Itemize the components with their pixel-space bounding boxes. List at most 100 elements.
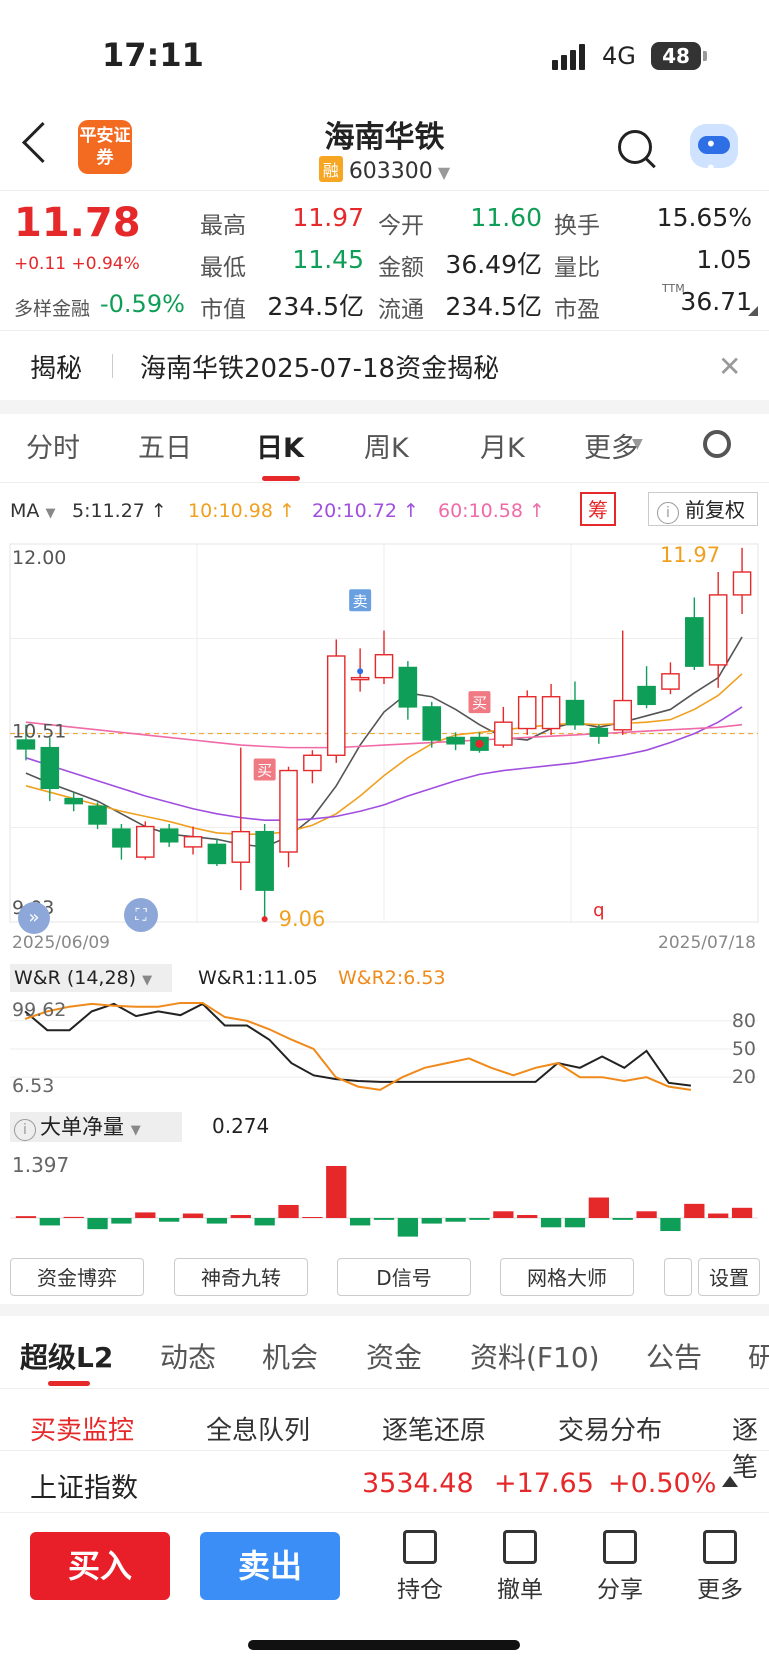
tab-opportunity[interactable]: 机会: [262, 1336, 318, 1376]
robot-assistant-icon[interactable]: [690, 124, 738, 180]
divider: [0, 330, 769, 331]
subtab-trade-monitor[interactable]: 买卖监控: [30, 1410, 134, 1447]
signal-icon: [552, 44, 592, 70]
close-icon[interactable]: ✕: [718, 350, 741, 383]
wr-indicator-selector[interactable]: W&R (14,28) ▼: [10, 964, 172, 992]
tab-f10[interactable]: 资料(F10): [470, 1336, 600, 1376]
quote-value: 234.5亿: [445, 292, 542, 321]
quote-value: 234.5亿: [267, 292, 364, 321]
subtab-tick[interactable]: 逐笔: [732, 1410, 769, 1484]
quote-value: 11.45: [292, 245, 364, 274]
net-volume-bar: [469, 1218, 490, 1220]
fullscreen-icon[interactable]: ⛶: [124, 898, 158, 932]
divider: [0, 1450, 769, 1451]
candle: [255, 830, 274, 891]
tab-weekly-k[interactable]: 周K: [364, 426, 409, 465]
net-volume-bar: [111, 1218, 132, 1224]
index-name[interactable]: 上证指数: [30, 1466, 138, 1505]
tool-grid-master[interactable]: 网格大师: [500, 1258, 634, 1296]
index-change: +17.65: [494, 1468, 594, 1499]
nav-label: 撤单: [497, 1577, 543, 1603]
tab-super-l2[interactable]: 超级L2: [20, 1336, 113, 1376]
nav-share[interactable]: 分享: [580, 1530, 660, 1604]
subtab-tick-replay[interactable]: 逐笔还原: [382, 1410, 486, 1447]
quote-label: 量比: [554, 255, 600, 281]
candle: [374, 654, 394, 679]
ma-selector[interactable]: MA ▼: [10, 500, 55, 522]
net-volume-bar: [517, 1215, 538, 1218]
big-order-chart[interactable]: 1.397: [0, 1144, 769, 1244]
net-volume-bar: [15, 1216, 37, 1218]
net-volume-bar: [159, 1218, 180, 1222]
tab-five-day[interactable]: 五日: [138, 426, 192, 465]
net-volume-bar: [731, 1207, 753, 1218]
candle: [326, 655, 346, 756]
net-volume-bar: [540, 1218, 562, 1228]
tab-announcement[interactable]: 公告: [646, 1336, 702, 1376]
network-type: 4G: [602, 42, 636, 70]
sell-signal-marker: 卖: [353, 592, 368, 610]
tool-magic-nine[interactable]: 神奇九转: [174, 1258, 308, 1296]
adjust-mode-button[interactable]: i 前复权: [648, 492, 758, 526]
menu-icon: [703, 1530, 737, 1564]
quote-label: 换手: [554, 213, 600, 239]
candle: [589, 727, 609, 737]
date-end-label: 2025/07/18: [658, 933, 756, 953]
tool-d-signal[interactable]: D信号: [337, 1258, 471, 1296]
subtab-trade-distribution[interactable]: 交易分布: [558, 1410, 662, 1447]
status-time: 17:11: [102, 36, 204, 74]
candle: [279, 769, 298, 853]
nav-more[interactable]: 更多: [680, 1530, 760, 1604]
candle: [303, 754, 322, 772]
tab-more[interactable]: 更多: [584, 426, 638, 465]
candle: [40, 746, 60, 790]
candle: [565, 699, 585, 726]
net-volume-bar: [135, 1212, 156, 1218]
buy-button[interactable]: 买入: [30, 1532, 170, 1600]
tool-capital-game[interactable]: 资金博弈: [10, 1258, 144, 1296]
tab-research[interactable]: 研: [748, 1336, 769, 1376]
net-volume-bar: [421, 1218, 442, 1224]
ma-value: 10:10.98 ↑: [188, 500, 295, 522]
tab-intraday[interactable]: 分时: [26, 426, 80, 465]
subtab-holo-queue[interactable]: 全息队列: [206, 1410, 310, 1447]
search-icon[interactable]: [618, 130, 652, 164]
tool-partial[interactable]: [664, 1258, 692, 1296]
tab-news[interactable]: 动态: [160, 1336, 216, 1376]
net-volume-bar: [660, 1218, 681, 1232]
tool-settings[interactable]: 设置: [698, 1258, 760, 1296]
candle: [231, 830, 251, 863]
nav-cancel-order[interactable]: 撤单: [480, 1530, 560, 1604]
sell-button[interactable]: 卖出: [200, 1532, 340, 1600]
chip-distribution-button[interactable]: 筹: [580, 492, 616, 526]
divider: [0, 1512, 769, 1513]
buy-signal-marker: 买: [257, 762, 272, 780]
gear-icon[interactable]: [703, 430, 731, 458]
ma-value: 5:11.27 ↑: [72, 500, 167, 522]
tab-daily-k[interactable]: 日K: [256, 426, 304, 465]
net-volume-bar: [445, 1218, 466, 1222]
index-value: 3534.48: [362, 1468, 474, 1499]
tab-capital[interactable]: 资金: [366, 1336, 422, 1376]
stock-code-selector[interactable]: 融 603300 ▼: [0, 156, 769, 184]
wr-chart[interactable]: 99.62 6.53 80 50 20: [0, 996, 769, 1106]
event-dot: [475, 739, 484, 748]
big-order-selector[interactable]: i 大单净量 ▼: [10, 1112, 182, 1142]
active-tab-indicator: [262, 476, 300, 481]
tab-monthly-k[interactable]: 月K: [480, 426, 525, 465]
candle: [517, 696, 537, 730]
divider: [0, 190, 769, 191]
nav-holdings[interactable]: 持仓: [380, 1530, 460, 1604]
nav-label: 分享: [597, 1577, 643, 1603]
reveal-label: 揭秘: [30, 354, 83, 384]
event-dot: [261, 916, 268, 923]
fund-reveal-link[interactable]: 海南华铁2025-07-18资金揭秘: [140, 348, 499, 385]
price-change: +0.11 +0.94%: [14, 254, 140, 274]
net-volume-bar: [278, 1204, 299, 1218]
kline-chart[interactable]: 12.0010.519.032025/06/092025/07/1811.979…: [0, 536, 769, 956]
sector-change[interactable]: -0.59%: [100, 290, 185, 318]
quote-value: 1.05: [696, 245, 752, 274]
collapse-icon[interactable]: »: [18, 902, 50, 934]
sector-label[interactable]: 多样金融: [14, 294, 90, 321]
net-volume-bar: [636, 1211, 657, 1218]
